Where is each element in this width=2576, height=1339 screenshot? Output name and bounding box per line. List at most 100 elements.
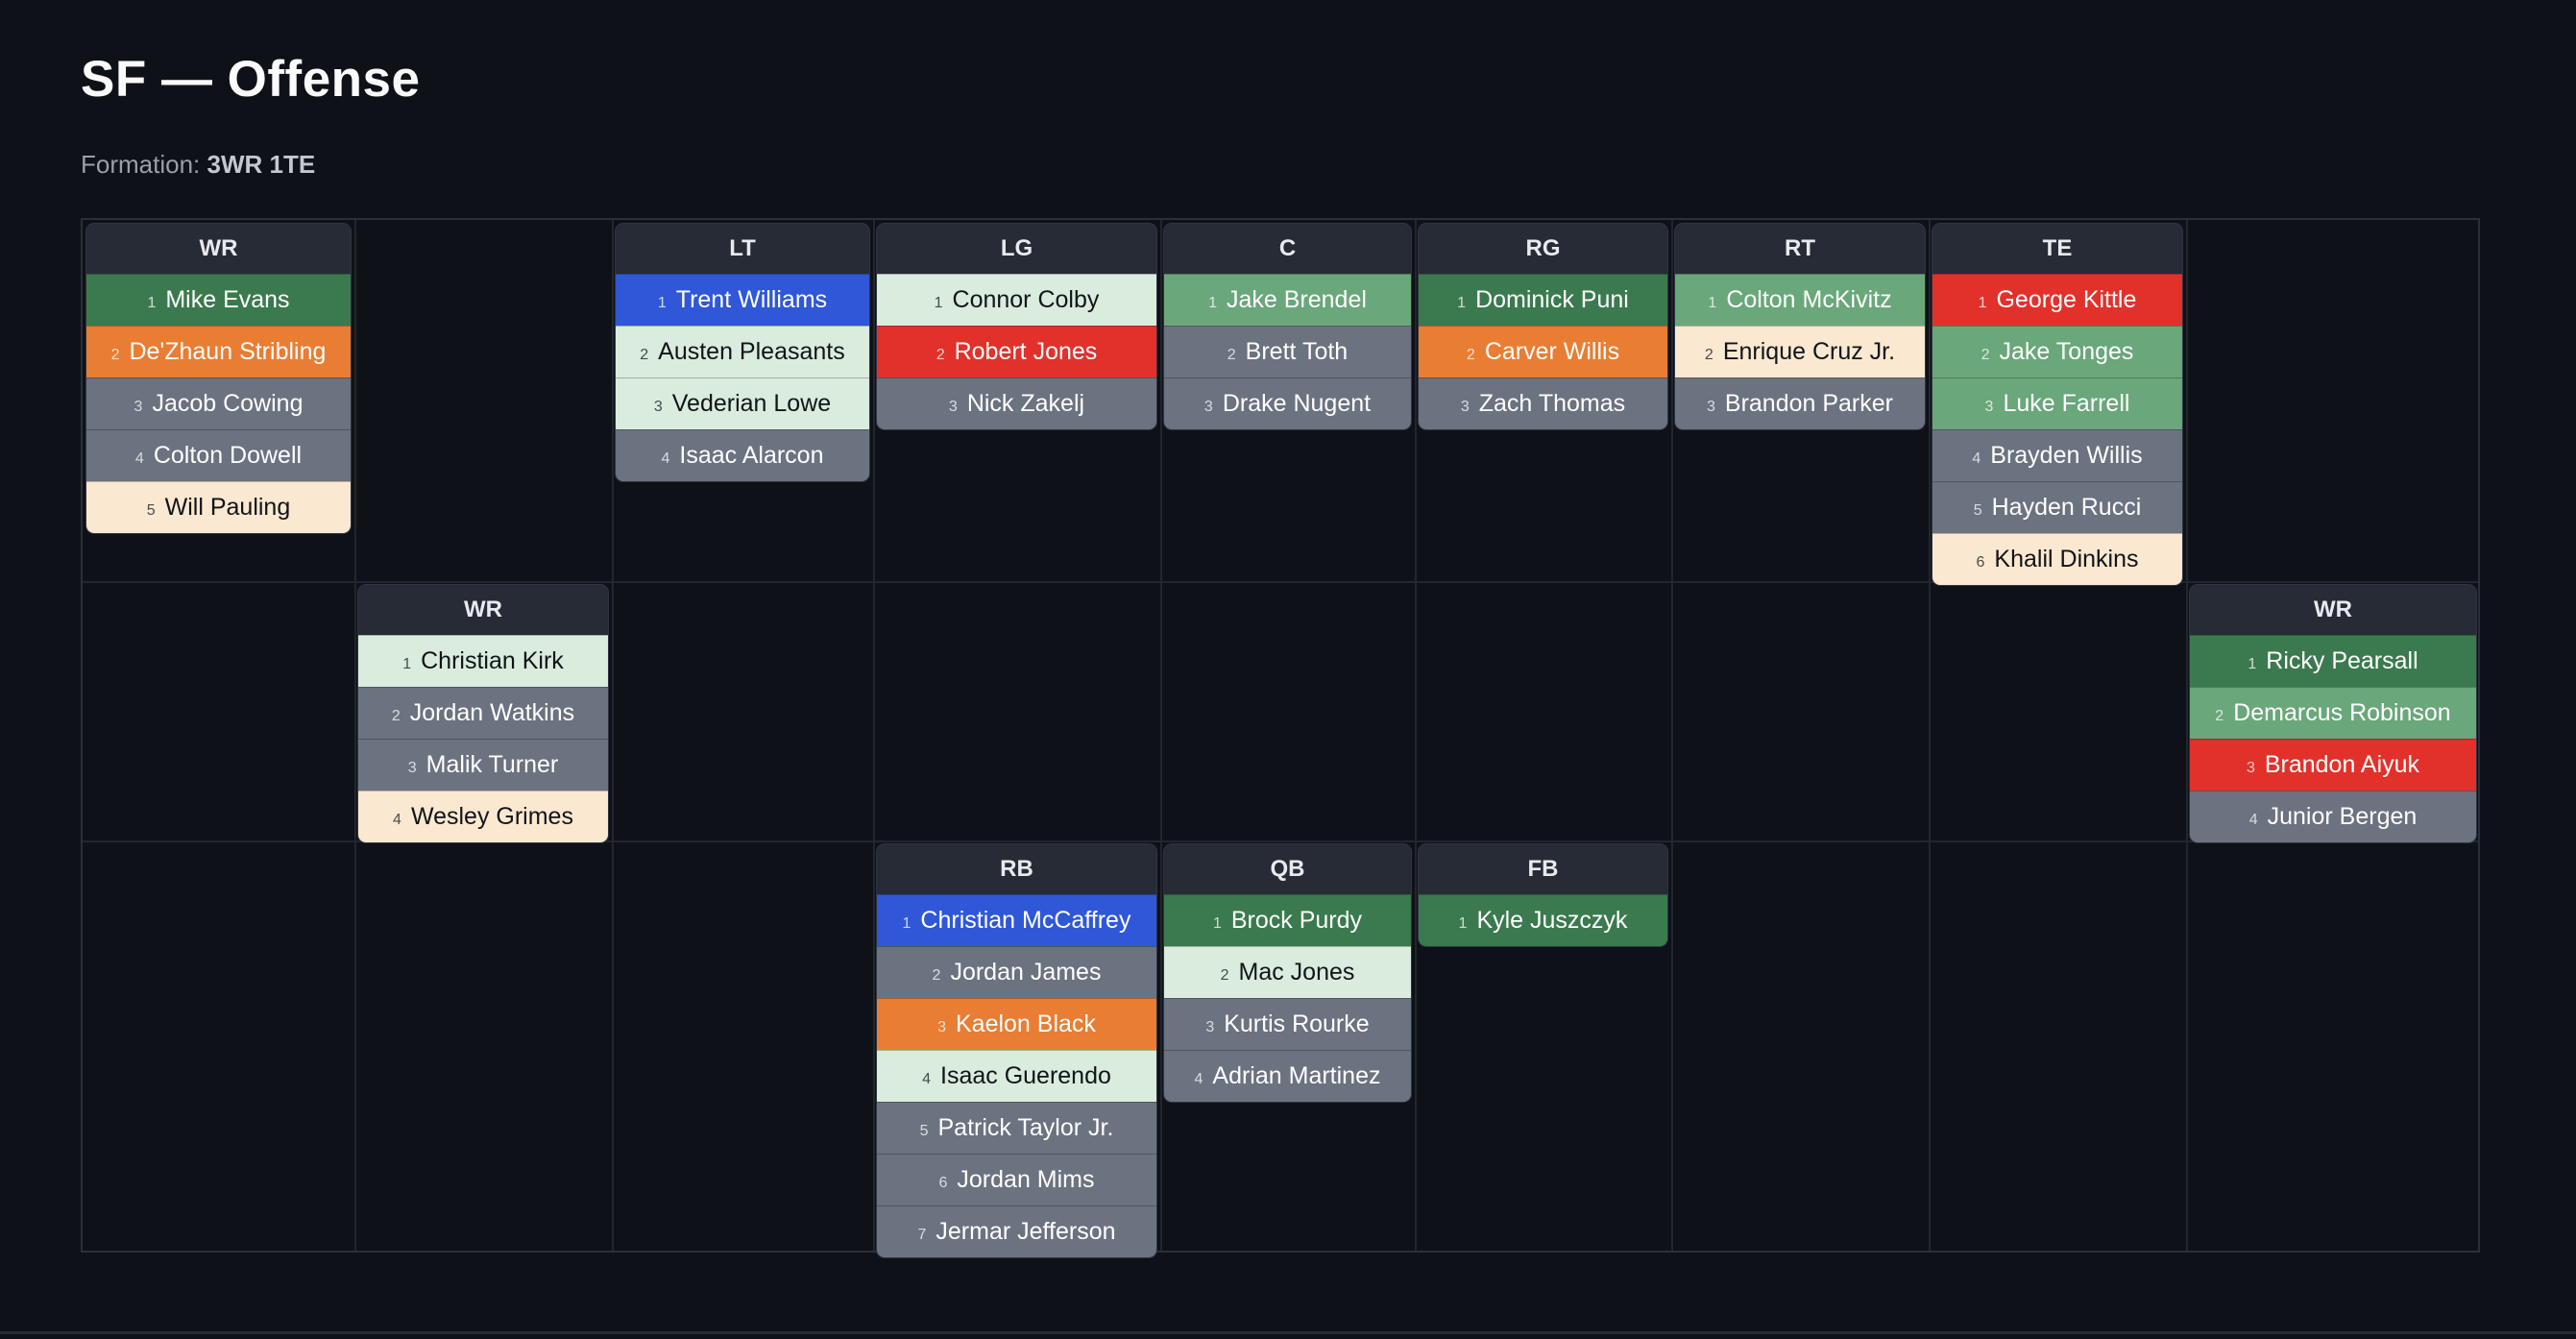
grid-column-divider: [1929, 220, 1931, 1251]
player-row[interactable]: 1 Christian McCaffrey: [877, 894, 1156, 946]
player-row[interactable]: 2 Brett Toth: [1164, 326, 1411, 377]
depth-rank: 3: [407, 760, 417, 776]
page-title: SF — Offense: [81, 51, 421, 108]
player-row[interactable]: 6 Jordan Mims: [877, 1154, 1156, 1205]
player-name: Connor Colby: [952, 286, 1100, 313]
player-name: Ricky Pearsall: [2266, 647, 2418, 674]
player-row[interactable]: 5 Will Pauling: [86, 481, 351, 533]
player-name: Junior Bergen: [2267, 803, 2418, 830]
depth-rank: 1: [1208, 295, 1217, 311]
player-name: Wesley Grimes: [410, 803, 573, 830]
player-row[interactable]: 3 Zach Thomas: [1419, 377, 1667, 429]
player-row[interactable]: 1 Christian Kirk: [358, 635, 608, 687]
player-row[interactable]: 6 Khalil Dinkins: [1932, 533, 2182, 585]
player-row[interactable]: 1 Mike Evans: [86, 274, 351, 326]
formation-line: Formation: 3WR 1TE: [81, 150, 315, 180]
grid-column-divider: [873, 220, 875, 1251]
depth-rank: 2: [1227, 347, 1236, 363]
player-name: Khalil Dinkins: [1994, 546, 2139, 572]
player-row[interactable]: 2 Jordan Watkins: [358, 687, 608, 739]
player-row[interactable]: 3 Brandon Aiyuk: [2190, 739, 2476, 791]
player-row[interactable]: 1 Connor Colby: [877, 274, 1156, 326]
player-row[interactable]: 4 Colton Dowell: [86, 429, 351, 481]
player-row[interactable]: 4 Adrian Martinez: [1164, 1050, 1411, 1102]
depth-chart-grid: WR 1 Mike Evans 2 De'Zhaun Stribling 3 Jacob C…: [81, 218, 2480, 1257]
position-label: QB: [1164, 844, 1411, 894]
player-row[interactable]: 3 Luke Farrell: [1932, 377, 2182, 429]
player-row[interactable]: 4 Isaac Alarcon: [616, 429, 869, 481]
player-row[interactable]: 4 Wesley Grimes: [358, 791, 608, 842]
player-row[interactable]: 1 Brock Purdy: [1164, 894, 1411, 946]
player-name: Vederian Lowe: [671, 390, 832, 417]
player-row[interactable]: 3 Jacob Cowing: [86, 377, 351, 429]
player-row[interactable]: 2 Enrique Cruz Jr.: [1675, 326, 1925, 377]
player-row[interactable]: 3 Kaelon Black: [877, 998, 1156, 1050]
player-name: Jordan Watkins: [409, 699, 575, 726]
player-row[interactable]: 4 Brayden Willis: [1932, 429, 2182, 481]
depth-rank: 2: [640, 347, 649, 363]
position-card-rt: RT 1 Colton McKivitz 2 Enrique Cruz Jr. 3 Bran…: [1675, 224, 1925, 429]
player-row[interactable]: 2 Jake Tonges: [1932, 326, 2182, 377]
position-card-qb: QB 1 Brock Purdy 2 Mac Jones 3 Kurtis Rourke 4 A…: [1164, 844, 1411, 1102]
depth-rank: 5: [919, 1123, 929, 1139]
player-name: Zach Thomas: [1478, 390, 1626, 417]
depth-rank: 3: [653, 399, 663, 415]
position-label: RB: [877, 844, 1156, 894]
depth-rank: 6: [938, 1175, 948, 1191]
player-row[interactable]: 2 Demarcus Robinson: [2190, 687, 2476, 739]
player-row[interactable]: 3 Kurtis Rourke: [1164, 998, 1411, 1050]
player-row[interactable]: 2 De'Zhaun Stribling: [86, 326, 351, 377]
depth-rank: 3: [1460, 399, 1470, 415]
player-name: Kyle Juszczyk: [1476, 907, 1628, 934]
player-name: Isaac Guerendo: [940, 1062, 1111, 1089]
player-row[interactable]: 5 Patrick Taylor Jr.: [877, 1102, 1156, 1154]
player-row[interactable]: 1 Colton McKivitz: [1675, 274, 1925, 326]
formation-value: 3WR 1TE: [207, 150, 316, 179]
player-row[interactable]: 2 Mac Jones: [1164, 946, 1411, 998]
position-label: C: [1164, 224, 1411, 274]
player-row[interactable]: 1 Ricky Pearsall: [2190, 635, 2476, 687]
player-row[interactable]: 2 Austen Pleasants: [616, 326, 869, 377]
player-row[interactable]: 2 Carver Willis: [1419, 326, 1667, 377]
position-label: LT: [616, 224, 869, 274]
position-card-c: C 1 Jake Brendel 2 Brett Toth 3 Drake Nugent: [1164, 224, 1411, 429]
player-row[interactable]: 1 Kyle Juszczyk: [1419, 894, 1667, 946]
player-name: De'Zhaun Stribling: [129, 338, 327, 365]
position-label: TE: [1932, 224, 2182, 274]
player-row[interactable]: 1 Trent Williams: [616, 274, 869, 326]
position-label: WR: [2190, 585, 2476, 635]
depth-rank: 4: [1194, 1071, 1203, 1087]
position-card-te: TE 1 George Kittle 2 Jake Tonges 3 Luke Farrel…: [1932, 224, 2182, 585]
player-row[interactable]: 1 Jake Brendel: [1164, 274, 1411, 326]
player-name: Mac Jones: [1238, 959, 1355, 986]
player-name: Jake Tonges: [1999, 338, 2134, 365]
position-card-wr2: WR 1 Christian Kirk 2 Jordan Watkins 3 Malik T…: [358, 585, 608, 842]
player-row[interactable]: 3 Nick Zakelj: [877, 377, 1156, 429]
depth-rank: 3: [1205, 1019, 1215, 1035]
player-name: Dominick Puni: [1475, 286, 1629, 313]
player-name: Nick Zakelj: [966, 390, 1085, 417]
depth-rank: 4: [134, 450, 144, 467]
player-row[interactable]: 4 Isaac Guerendo: [877, 1050, 1156, 1102]
grid-column-divider: [2186, 220, 2188, 1251]
player-row[interactable]: 1 George Kittle: [1932, 274, 2182, 326]
depth-rank: 3: [937, 1019, 946, 1035]
position-label: RG: [1419, 224, 1667, 274]
player-name: Trent Williams: [675, 286, 828, 313]
player-name: Brett Toth: [1245, 338, 1349, 365]
player-name: Patrick Taylor Jr.: [937, 1114, 1114, 1141]
depth-rank: 1: [2248, 656, 2257, 672]
player-row[interactable]: 2 Jordan James: [877, 946, 1156, 998]
player-row[interactable]: 3 Brandon Parker: [1675, 377, 1925, 429]
depth-rank: 4: [393, 812, 401, 828]
player-row[interactable]: 3 Drake Nugent: [1164, 377, 1411, 429]
player-row[interactable]: 1 Dominick Puni: [1419, 274, 1667, 326]
player-row[interactable]: 2 Robert Jones: [877, 326, 1156, 377]
position-card-rg: RG 1 Dominick Puni 2 Carver Willis 3 Zach Thom…: [1419, 224, 1667, 429]
player-row[interactable]: 5 Hayden Rucci: [1932, 481, 2182, 533]
bottom-divider: [0, 1331, 2576, 1334]
player-row[interactable]: 7 Jermar Jefferson: [877, 1205, 1156, 1257]
player-row[interactable]: 4 Junior Bergen: [2190, 791, 2476, 842]
player-row[interactable]: 3 Malik Turner: [358, 739, 608, 791]
player-row[interactable]: 3 Vederian Lowe: [616, 377, 869, 429]
